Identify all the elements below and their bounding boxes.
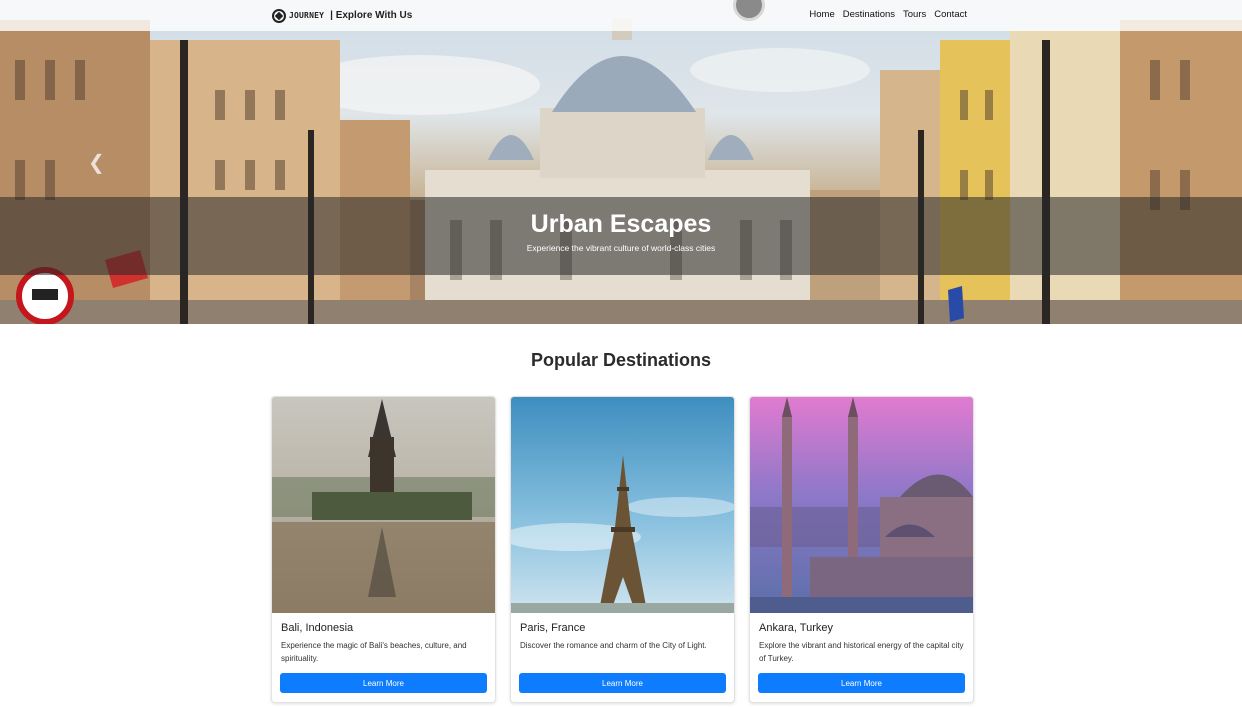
hero-caption: Urban Escapes Experience the vibrant cul…: [0, 197, 1242, 275]
learn-more-button[interactable]: Learn More: [758, 673, 965, 693]
nav-link-destinations[interactable]: Destinations: [843, 9, 895, 20]
learn-more-button[interactable]: Learn More: [280, 673, 487, 693]
mosque-image: [750, 397, 973, 613]
compass-logo-icon: [272, 8, 286, 23]
nav-link-contact[interactable]: Contact: [934, 9, 967, 20]
nav-link-home[interactable]: Home: [809, 9, 834, 20]
destination-cards: Bali, Indonesia Experience the magic of …: [271, 396, 974, 703]
card-text: Discover the romance and charm of the Ci…: [520, 641, 707, 650]
hero-image: [0, 18, 1242, 324]
card-title: Bali, Indonesia: [281, 622, 354, 634]
eiffel-tower-image: [511, 397, 734, 613]
nav-links: Home Destinations Tours Contact: [809, 9, 967, 20]
chevron-left-icon[interactable]: ❮: [88, 150, 105, 175]
profile-circle-icon[interactable]: [733, 0, 765, 21]
bali-temple-image: [272, 397, 495, 613]
learn-more-button[interactable]: Learn More: [519, 673, 726, 693]
brand-name: JOURNEY: [289, 11, 325, 20]
hero-subtitle: Experience the vibrant culture of world-…: [526, 243, 716, 253]
card-title: Ankara, Turkey: [759, 622, 833, 634]
section-title: Popular Destinations: [530, 350, 712, 370]
card-title: Paris, France: [520, 622, 586, 634]
brand-tagline: | Explore With Us: [330, 10, 413, 21]
nav-link-tours[interactable]: Tours: [903, 9, 926, 20]
card-text: Explore the vibrant and historical energ…: [759, 641, 964, 663]
hero-carousel: ❮ Urban Escapes Experience the vibrant c…: [0, 0, 1242, 324]
destination-card-ankara: Ankara, Turkey Explore the vibrant and h…: [749, 396, 974, 703]
card-text: Experience the magic of Bali's beaches, …: [281, 641, 467, 663]
hero-title: Urban Escapes: [530, 210, 712, 238]
brand[interactable]: JOURNEY | Explore With Us: [272, 7, 412, 24]
navbar: JOURNEY | Explore With Us Home Destinati…: [0, 0, 1242, 31]
destination-card-bali: Bali, Indonesia Experience the magic of …: [271, 396, 496, 703]
destination-card-paris: Paris, France Discover the romance and c…: [510, 396, 735, 703]
